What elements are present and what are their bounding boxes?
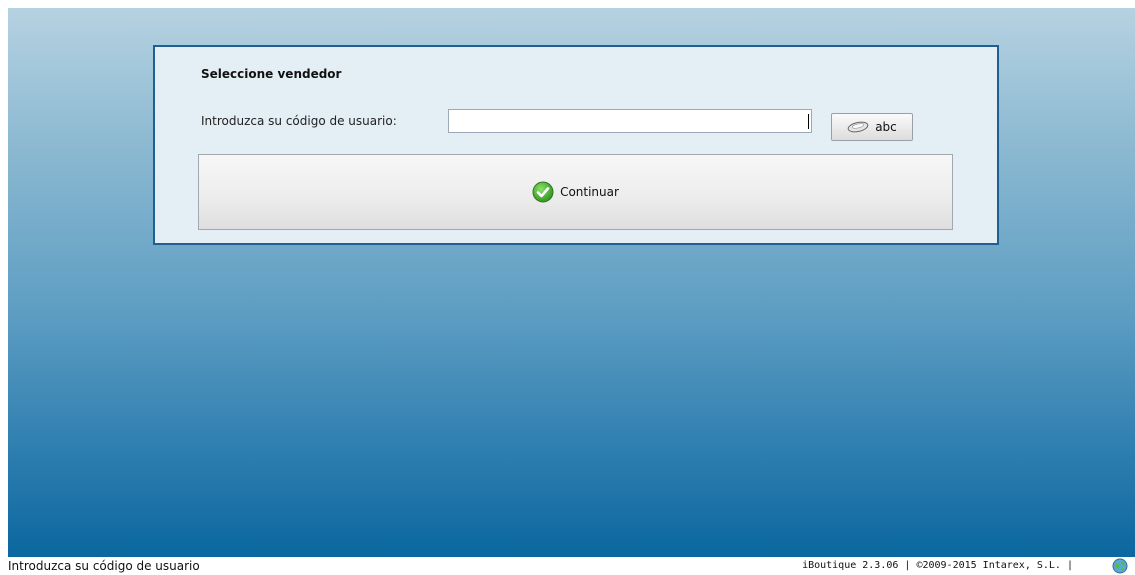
status-message: Introduzca su código de usuario (8, 559, 200, 573)
globe-icon[interactable] (1112, 558, 1128, 574)
app-background: Seleccione vendedor Introduzca su código… (8, 8, 1135, 557)
user-code-input[interactable] (448, 109, 812, 133)
version-info: iBoutique 2.3.06 | ©2009-2015 Intarex, S… (802, 560, 1073, 571)
continue-button-label: Continuar (560, 185, 619, 199)
keyboard-icon (847, 121, 869, 133)
virtual-keyboard-button[interactable]: abc (831, 113, 913, 141)
seller-selection-dialog: Seleccione vendedor Introduzca su código… (153, 45, 999, 245)
check-icon (532, 181, 554, 203)
status-bar: Introduzca su código de usuario iBoutiqu… (0, 557, 1135, 575)
continue-button[interactable]: Continuar (198, 154, 953, 230)
dialog-title: Seleccione vendedor (201, 67, 342, 81)
keyboard-button-label: abc (875, 120, 897, 134)
user-code-label: Introduzca su código de usuario: (201, 114, 397, 128)
text-caret (808, 114, 809, 129)
